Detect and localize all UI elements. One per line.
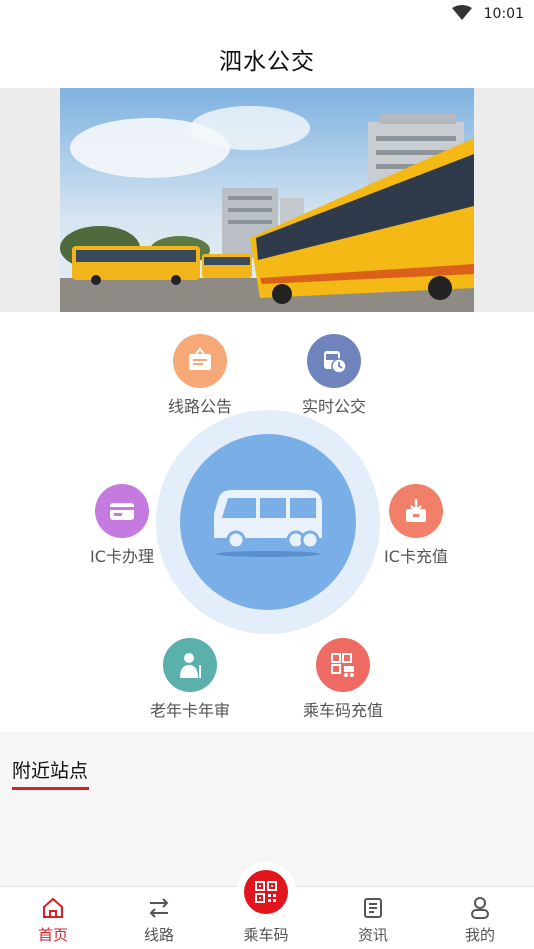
nav-profile-label: 我的 xyxy=(464,926,495,944)
realtime-bus-button[interactable]: 实时公交 xyxy=(274,334,394,417)
card-recharge-icon xyxy=(389,484,443,538)
nav-news[interactable]: 资讯 xyxy=(320,887,426,949)
news-icon xyxy=(364,898,382,918)
header: 泗水公交 xyxy=(0,28,534,88)
home-icon xyxy=(43,897,63,918)
elderly-icon xyxy=(163,638,217,692)
profile-icon xyxy=(471,897,489,919)
realtime-bus-label: 实时公交 xyxy=(301,397,366,416)
ic-card-recharge-button[interactable]: IC卡充值 xyxy=(356,484,476,567)
nav-routes-label: 线路 xyxy=(143,926,174,944)
qr-code-fab-inner xyxy=(244,870,288,914)
center-bus-button[interactable] xyxy=(180,434,356,610)
qr-code-fab[interactable] xyxy=(236,862,296,922)
route-icon xyxy=(149,898,169,918)
senior-card-review-label: 老年卡年审 xyxy=(149,701,230,720)
route-notice-label: 线路公告 xyxy=(167,397,232,416)
wifi-icon xyxy=(452,5,472,20)
nav-qr-code-label: 乘车码 xyxy=(243,926,289,944)
nav-home[interactable]: 首页 xyxy=(0,887,106,949)
senior-card-review-button[interactable]: 老年卡年审 xyxy=(130,638,250,721)
realtime-bus-icon xyxy=(307,334,361,388)
notice-board-icon xyxy=(173,334,227,388)
nav-routes[interactable]: 线路 xyxy=(106,887,212,949)
qr-code-recharge-button[interactable]: 乘车码充值 xyxy=(283,638,403,721)
nav-home-label: 首页 xyxy=(37,926,68,944)
nav-profile[interactable]: 我的 xyxy=(427,887,533,949)
qr-recharge-icon xyxy=(316,638,370,692)
banner-carousel[interactable] xyxy=(0,88,534,312)
heading-underline xyxy=(12,787,89,790)
route-notice-button[interactable]: 线路公告 xyxy=(140,334,260,417)
qr-code-icon xyxy=(255,881,277,903)
ic-card-recharge-label: IC卡充值 xyxy=(384,547,448,566)
bus-icon xyxy=(214,490,322,557)
ic-card-apply-label: IC卡办理 xyxy=(90,547,154,566)
card-icon xyxy=(95,484,149,538)
ic-card-apply-button[interactable]: IC卡办理 xyxy=(62,484,182,567)
status-time: 10:01 xyxy=(483,6,524,22)
qr-code-recharge-label: 乘车码充值 xyxy=(302,701,383,720)
banner-image xyxy=(60,88,474,312)
nav-news-label: 资讯 xyxy=(357,926,388,944)
status-bar: 10:01 xyxy=(0,0,534,28)
nearby-stations-heading: 附近站点 xyxy=(12,760,89,782)
service-menu: 线路公告 实时公交 IC卡办理 IC卡充值 老年卡年审 乘车码充值 xyxy=(0,312,534,732)
page-title: 泗水公交 xyxy=(219,49,315,75)
